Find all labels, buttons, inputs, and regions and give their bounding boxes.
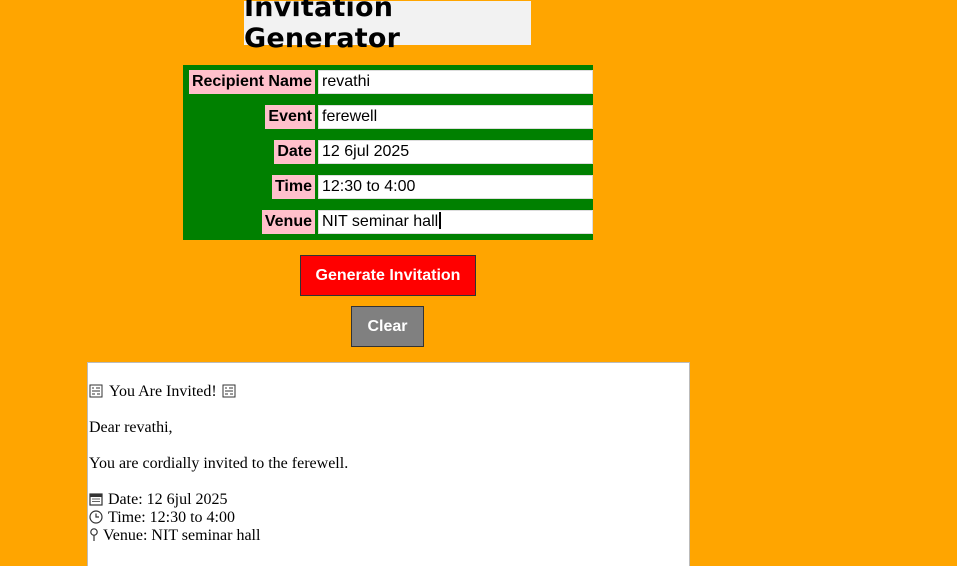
invitation-body: You are cordially invited to the ferewel… bbox=[89, 455, 349, 472]
invitation-date-line: Date: 12 6jul 2025 bbox=[89, 491, 228, 509]
party-icon bbox=[89, 384, 103, 398]
party-icon bbox=[222, 384, 236, 398]
venue-input[interactable]: NIT seminar hall bbox=[318, 210, 593, 234]
invitation-time-line: Time: 12:30 to 4:00 bbox=[89, 509, 235, 527]
time-input[interactable]: 12:30 to 4:00 bbox=[318, 175, 593, 199]
generate-invitation-button[interactable]: Generate Invitation bbox=[300, 255, 476, 296]
invitation-venue-line: Venue: NIT seminar hall bbox=[89, 527, 260, 545]
recipient-name-input[interactable]: revathi bbox=[318, 70, 593, 94]
form-row-event: Event ferewell bbox=[183, 105, 593, 129]
invitation-form: Recipient Name revathi Event ferewell Da… bbox=[183, 65, 593, 240]
date-input[interactable]: 12 6jul 2025 bbox=[318, 140, 593, 164]
invitation-venue: Venue: NIT seminar hall bbox=[103, 527, 261, 544]
form-row-date: Date 12 6jul 2025 bbox=[183, 140, 593, 164]
invitation-greeting: Dear revathi, bbox=[89, 419, 173, 436]
invitation-output: You Are Invited! Dear revathi, You are c… bbox=[87, 362, 690, 566]
clock-icon bbox=[89, 510, 103, 524]
title-container: Invitation Generator bbox=[244, 0, 531, 54]
invitation-heading: You Are Invited! bbox=[109, 383, 217, 400]
recipient-name-label: Recipient Name bbox=[188, 70, 315, 94]
form-row-time: Time 12:30 to 4:00 bbox=[183, 175, 593, 199]
venue-label: Venue bbox=[261, 210, 315, 234]
event-input[interactable]: ferewell bbox=[318, 105, 593, 129]
calendar-icon bbox=[89, 493, 103, 506]
form-row-venue: Venue NIT seminar hall bbox=[183, 210, 593, 234]
clear-button[interactable]: Clear bbox=[351, 306, 424, 347]
invitation-heading-line: You Are Invited! bbox=[89, 383, 236, 401]
time-label: Time bbox=[271, 175, 315, 199]
pin-icon bbox=[90, 528, 98, 541]
date-label: Date bbox=[274, 140, 315, 164]
invitation-date: Date: 12 6jul 2025 bbox=[108, 491, 228, 508]
page: Invitation Generator Recipient Name reva… bbox=[0, 0, 957, 566]
form-row-recipient: Recipient Name revathi bbox=[183, 70, 593, 94]
invitation-time: Time: 12:30 to 4:00 bbox=[108, 509, 235, 526]
page-title: Invitation Generator bbox=[244, 0, 401, 54]
event-label: Event bbox=[265, 105, 315, 129]
